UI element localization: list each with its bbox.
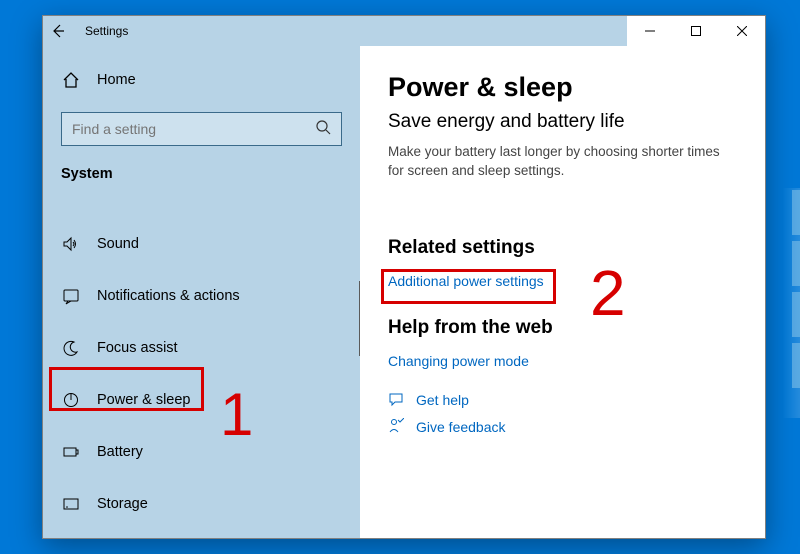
- help-heading: Help from the web: [388, 317, 737, 339]
- sidebar-item-label: Power & sleep: [97, 392, 191, 408]
- sidebar-item-power-sleep[interactable]: Power & sleep: [43, 380, 360, 420]
- power-icon: [61, 390, 81, 410]
- sidebar-item-label: Focus assist: [97, 340, 178, 356]
- sidebar-item-label: Notifications & actions: [97, 288, 240, 304]
- main-pane: Power & sleep Save energy and battery li…: [360, 46, 765, 538]
- sidebar-item-label: Sound: [97, 236, 139, 252]
- search-input[interactable]: [72, 121, 315, 137]
- section-label: System: [43, 162, 360, 194]
- close-icon: [737, 26, 747, 36]
- settings-window: Settings Home: [42, 15, 766, 539]
- give-feedback-row[interactable]: Give feedback: [388, 418, 737, 437]
- sidebar-item-label: Storage: [97, 496, 148, 512]
- maximize-button[interactable]: [673, 16, 719, 46]
- changing-power-mode-link[interactable]: Changing power mode: [388, 353, 529, 369]
- battery-icon: [61, 442, 81, 462]
- home-button[interactable]: Home: [43, 62, 360, 98]
- additional-power-settings-link[interactable]: Additional power settings: [388, 273, 544, 289]
- search-box[interactable]: [61, 112, 342, 146]
- give-feedback-link[interactable]: Give feedback: [416, 419, 506, 435]
- page-subhead: Save energy and battery life: [388, 111, 737, 133]
- close-button[interactable]: [719, 16, 765, 46]
- feedback-icon: [388, 418, 404, 437]
- home-icon: [61, 70, 81, 90]
- related-settings-heading: Related settings: [388, 237, 737, 259]
- window-title: Settings: [85, 24, 128, 38]
- maximize-icon: [691, 26, 701, 36]
- storage-icon: [61, 494, 81, 514]
- minimize-button[interactable]: [627, 16, 673, 46]
- minimize-icon: [645, 26, 655, 36]
- sidebar-item-battery[interactable]: Battery: [43, 432, 360, 472]
- titlebar: Settings: [43, 16, 765, 46]
- page-title: Power & sleep: [388, 72, 737, 103]
- search-icon: [315, 119, 331, 140]
- page-body: Make your battery last longer by choosin…: [388, 143, 728, 181]
- get-help-row[interactable]: Get help: [388, 391, 737, 410]
- moon-icon: [61, 338, 81, 358]
- sidebar: Home System Sound: [43, 46, 360, 538]
- back-button[interactable]: [43, 16, 73, 46]
- sidebar-item-storage[interactable]: Storage: [43, 484, 360, 524]
- desktop-tiles: [792, 190, 800, 394]
- arrow-left-icon: [50, 23, 66, 39]
- sidebar-item-focus-assist[interactable]: Focus assist: [43, 328, 360, 368]
- home-label: Home: [97, 72, 136, 88]
- get-help-link[interactable]: Get help: [416, 392, 469, 408]
- sidebar-item-label: Battery: [97, 444, 143, 460]
- sidebar-item-notifications[interactable]: Notifications & actions: [43, 276, 360, 316]
- notifications-icon: [61, 286, 81, 306]
- sound-icon: [61, 234, 81, 254]
- sidebar-item-sound[interactable]: Sound: [43, 224, 360, 264]
- chat-icon: [388, 391, 404, 410]
